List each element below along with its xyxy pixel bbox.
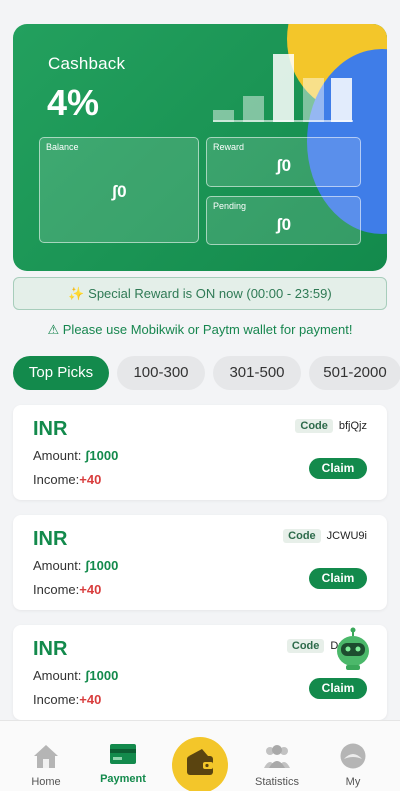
code-tag: Code [283,529,321,543]
cashback-title: Cashback [48,54,126,73]
code-value: JCWU9i [326,530,367,542]
amount-value: ʃ1000 [85,448,119,463]
currency-label: INR [33,638,68,660]
pending-value: ʃ0 [275,215,292,234]
claim-button[interactable]: Claim [309,568,367,589]
currency-label: INR [33,418,68,440]
code-tag: Code [295,419,333,433]
income-line: Income:+40 [33,692,102,707]
cashback-percent: 4% [47,82,100,123]
amount-line: Amount: ʃ1000 [33,558,119,573]
payment-warning: ⚠ Please use Mobikwik or Paytm wallet fo… [47,322,353,337]
cashback-hero-card: Cashback 4% Balance ʃ0 Reward ʃ0 Pending… [13,24,387,271]
income-line: Income:+40 [33,582,102,597]
currency-label: INR [33,528,68,550]
wallet-icon [187,749,213,775]
amount-value: ʃ1000 [85,668,119,683]
home-icon [34,745,58,768]
tab-100-300[interactable]: 100-300 [117,356,205,390]
income-value: +40 [79,472,102,487]
income-value: +40 [79,692,102,707]
pending-label: Pending [213,201,247,211]
code-value: bfjQjz [338,420,367,432]
nav-my[interactable]: My [318,721,388,791]
nav-payment[interactable]: Payment [88,721,158,791]
user-icon [340,743,366,769]
tab-top-picks[interactable]: Top Picks [13,356,109,390]
special-reward-banner: ✨ Special Reward is ON now (00:00 - 23:5… [13,277,387,310]
tab-301-500[interactable]: 301-500 [213,356,301,390]
offer-card: INR Amount: ʃ1000 Income:+40 CodeDpO Cla… [13,625,387,720]
code-row: Code JCWU9i [283,529,367,543]
balance-label: Balance [46,142,79,152]
bar-chart-icon [213,52,353,122]
nav-label-statistics: Statistics [254,776,299,788]
nav-wallet[interactable] [172,737,228,791]
offer-card: INR Amount: ʃ1000 Income:+40 Code JCWU9i … [13,515,387,610]
claim-button[interactable]: Claim [309,678,367,699]
people-icon [264,745,290,768]
reward-box: Reward ʃ0 [206,137,361,187]
amount-value: ʃ1000 [85,558,119,573]
amount-line: Amount: ʃ1000 [33,668,119,683]
claim-button[interactable]: Claim [309,458,367,479]
nav-label-payment: Payment [100,773,146,785]
payment-page: Cashback 4% Balance ʃ0 Reward ʃ0 Pending… [0,0,400,791]
card-icon [110,744,136,764]
code-row: Code bfjQjz [295,419,367,433]
nav-label-home: Home [31,776,61,788]
income-line: Income:+40 [33,472,102,487]
nav-label-my: My [345,776,361,788]
pending-box: Pending ʃ0 [206,196,361,245]
amount-line: Amount: ʃ1000 [33,448,119,463]
nav-statistics[interactable]: Statistics [242,721,312,791]
nav-home[interactable]: Home [11,721,81,791]
balance-value: ʃ0 [111,182,127,201]
support-robot-icon[interactable] [336,627,370,671]
balance-box: Balance ʃ0 [39,137,199,243]
income-value: +40 [79,582,102,597]
code-tag: Code [286,639,325,653]
reward-label: Reward [213,142,245,152]
bottom-navigation: Home Payment Statistics My [0,720,400,791]
offer-card: INR Amount: ʃ1000 Income:+40 Code bfjQjz … [13,405,387,500]
tab-501-2000[interactable]: 501-2000 [309,356,400,390]
reward-value: ʃ0 [275,156,292,175]
amount-filter-tabs: Top Picks 100-300 301-500 501-2000 [13,356,400,390]
